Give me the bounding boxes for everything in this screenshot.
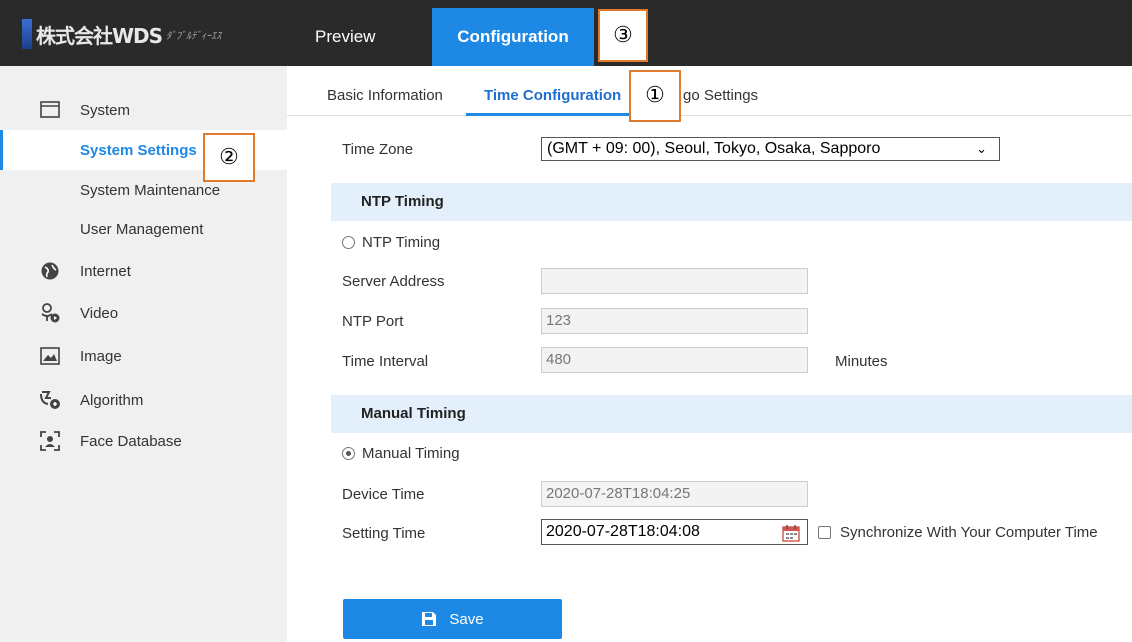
device-time-display: 2020-07-28T18:04:25 (541, 481, 808, 507)
globe-icon (38, 259, 62, 283)
save-icon (421, 611, 437, 627)
callout-two: ② (203, 133, 255, 182)
time-zone-value: (GMT + 09: 00), Seoul, Tokyo, Osaka, Sap… (547, 140, 881, 157)
sidebar-item-label: System (80, 101, 131, 119)
sidebar-item-face-database[interactable]: Face Database (0, 421, 287, 461)
sidebar-item-label: Algorithm (80, 391, 144, 409)
sync-computer-time-checkbox[interactable]: Synchronize With Your Computer Time (818, 524, 1098, 541)
save-button-label: Save (449, 610, 484, 628)
time-interval-label: Time Interval (342, 353, 429, 370)
sidebar-item-label: Video (80, 304, 119, 322)
algorithm-icon (38, 388, 62, 412)
sidebar-item-video[interactable]: Video (0, 293, 287, 333)
time-zone-label: Time Zone (342, 141, 414, 158)
checkbox-unchecked-icon (818, 526, 831, 539)
monitor-icon (38, 98, 62, 122)
tab-time-configuration[interactable]: Time Configuration (466, 70, 640, 116)
ntp-section-header: NTP Timing (331, 183, 1132, 221)
ntp-timing-radio-label: NTP Timing (362, 234, 441, 251)
manual-timing-radio[interactable]: Manual Timing (342, 445, 460, 462)
server-address-input[interactable] (541, 268, 808, 294)
radio-checked-icon (342, 447, 355, 460)
sidebar-item-algorithm[interactable]: Algorithm (0, 380, 287, 420)
time-zone-select[interactable]: (GMT + 09: 00), Seoul, Tokyo, Osaka, Sap… (541, 137, 1000, 161)
manual-section-header: Manual Timing (331, 395, 1132, 433)
manual-section-title: Manual Timing (361, 405, 466, 422)
sidebar-item-label: Face Database (80, 432, 182, 450)
tab-algo-settings[interactable]: go Settings (683, 70, 758, 116)
sidebar-item-label: User Management (80, 220, 204, 238)
logo-mark (22, 19, 32, 49)
face-icon (38, 429, 62, 453)
manual-timing-radio-label: Manual Timing (362, 445, 460, 462)
sidebar-item-image[interactable]: Image (0, 336, 287, 376)
device-time-label: Device Time (342, 486, 425, 503)
sidebar-item-label: Image (80, 347, 122, 365)
setting-time-label: Setting Time (342, 525, 426, 542)
chevron-down-icon: ⌄ (976, 141, 987, 156)
image-icon (38, 344, 62, 368)
brand-logo: 株式会社WDS ﾀﾞﾌﾞﾙﾃﾞｨｰｴｽ (22, 18, 221, 50)
ntp-port-label: NTP Port (342, 313, 404, 330)
sidebar-item-label: System Settings (80, 141, 197, 159)
tab-basic-information[interactable]: Basic Information (327, 70, 443, 116)
nav-tab-preview[interactable]: Preview (315, 8, 375, 66)
nav-tab-configuration[interactable]: Configuration (432, 8, 594, 66)
setting-time-input[interactable]: 2020-07-28T18:04:08 (541, 519, 808, 545)
config-subtabs: Basic Information Time Configuration go … (287, 70, 1132, 116)
sidebar-item-user-management[interactable]: User Management (0, 209, 287, 249)
ntp-timing-radio[interactable]: NTP Timing (342, 234, 440, 251)
save-button[interactable]: Save (343, 599, 562, 639)
video-icon (38, 301, 62, 325)
calendar-icon[interactable] (782, 524, 800, 542)
sidebar-item-system[interactable]: System (0, 90, 287, 130)
server-address-label: Server Address (342, 273, 445, 290)
sidebar-item-internet[interactable]: Internet (0, 251, 287, 291)
radio-unchecked-icon (342, 236, 355, 249)
callout-one: ① (629, 70, 681, 122)
sidebar-item-label: Internet (80, 262, 131, 280)
logo-text: 株式会社WDS (36, 23, 163, 48)
sync-computer-time-label: Synchronize With Your Computer Time (840, 524, 1098, 541)
callout-three: ③ (598, 9, 648, 62)
time-interval-unit: Minutes (835, 353, 888, 370)
top-bar: 株式会社WDS ﾀﾞﾌﾞﾙﾃﾞｨｰｴｽ Preview Configuratio… (0, 0, 1132, 66)
ntp-section-title: NTP Timing (361, 193, 444, 210)
time-interval-input[interactable]: 480 (541, 347, 808, 373)
ntp-port-input[interactable]: 123 (541, 308, 808, 334)
sidebar-item-label: System Maintenance (80, 181, 221, 199)
logo-subtext: ﾀﾞﾌﾞﾙﾃﾞｨｰｴｽ (166, 30, 222, 42)
